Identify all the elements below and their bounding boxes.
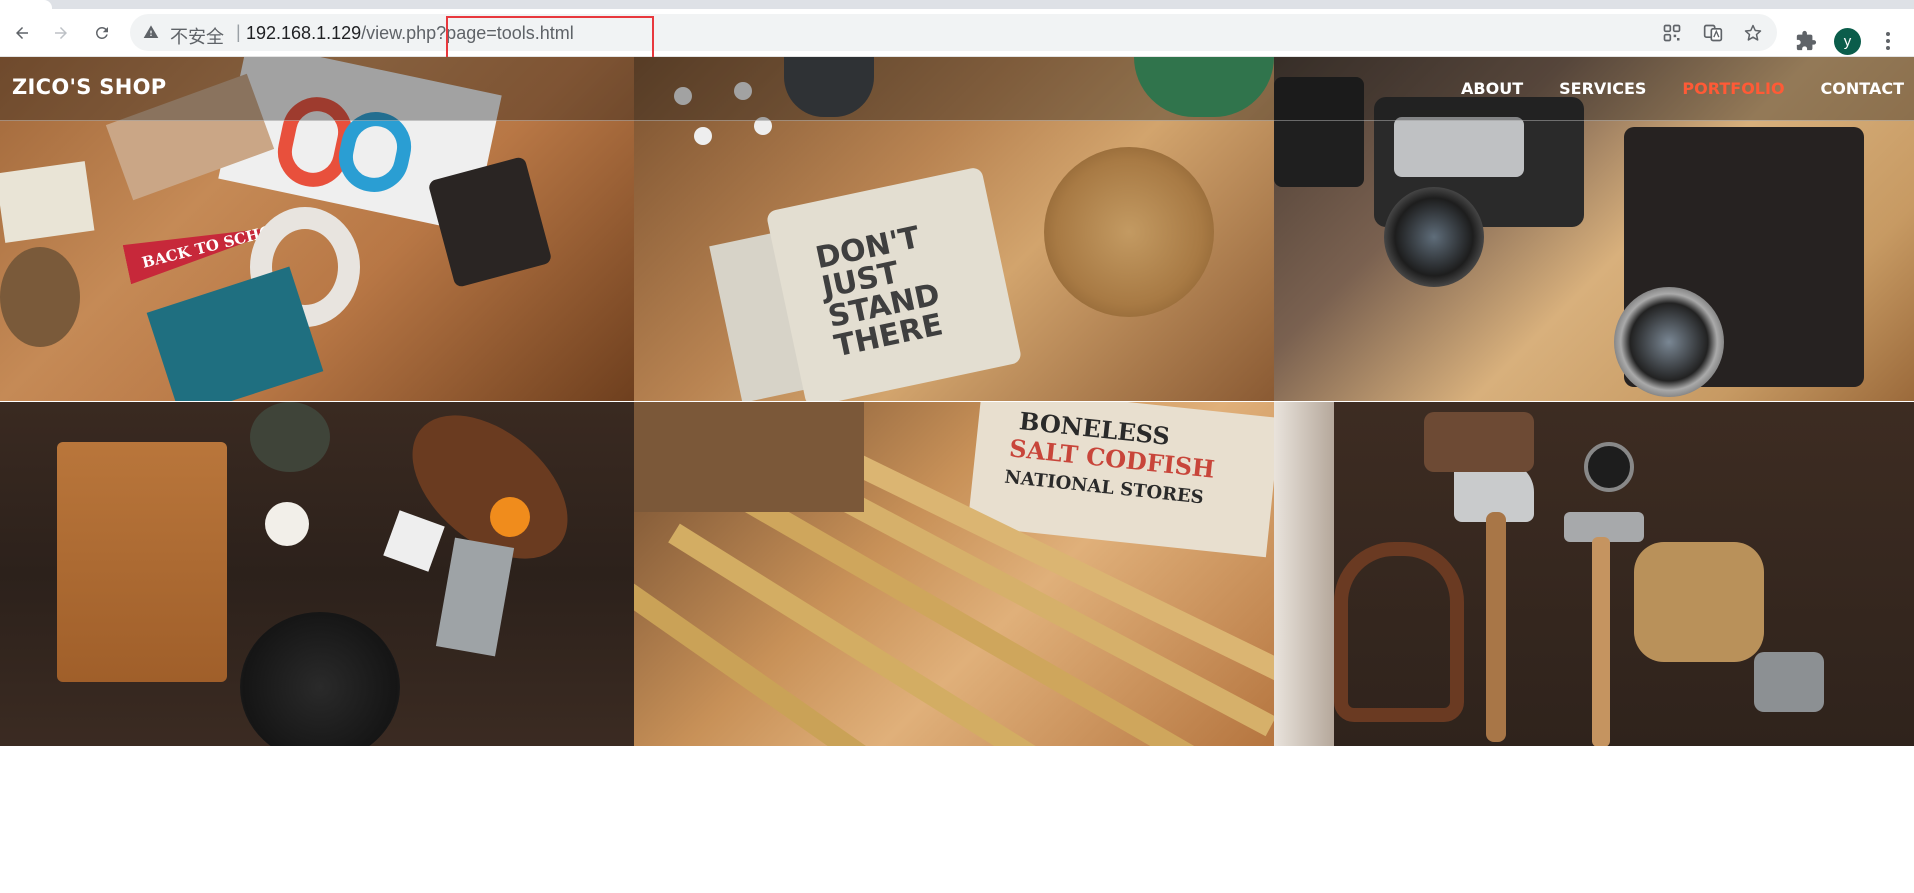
url-host: 192.168.1.129 (246, 23, 362, 43)
reload-icon (95, 26, 108, 39)
white-plank-shape (1274, 402, 1334, 746)
address-bar[interactable]: 不安全 | 192.168.1.129/view.php?page=tools.… (130, 14, 1777, 51)
profile-avatar[interactable]: y (1834, 28, 1861, 55)
skillet-shape (240, 612, 400, 746)
security-label[interactable]: 不安全 (170, 23, 224, 49)
translate-icon[interactable] (1703, 23, 1723, 43)
tape-measure-shape (1584, 442, 1634, 492)
site-logo[interactable]: ZICO'S SHOP (12, 75, 166, 99)
nav-portfolio[interactable]: PORTFOLIO (1682, 79, 1784, 98)
portfolio-tile-rulers[interactable]: BONELESS SALT CODFISH NATIONAL STORES (634, 402, 1274, 746)
mortar-shape (250, 402, 330, 472)
reload-button[interactable] (88, 19, 116, 47)
separator: | (236, 22, 241, 42)
nav-about[interactable]: ABOUT (1461, 79, 1523, 98)
spice-dish-shape (265, 502, 309, 546)
sign-card-shape (0, 161, 95, 243)
portfolio-grid: BACK TO SCHOOL DON'T JUST STAND THERE BO… (0, 57, 1914, 746)
arrow-left-icon (16, 27, 28, 39)
nav-contact[interactable]: CONTACT (1821, 79, 1904, 98)
warning-icon (143, 25, 159, 38)
camera-top-plate (1394, 117, 1524, 177)
camera-lens-right (1614, 287, 1724, 397)
nav-services[interactable]: SERVICES (1559, 79, 1646, 98)
url-path: /view.php?page=tools.html (361, 23, 574, 43)
leather-pouch-shape (1424, 412, 1534, 472)
axe-handle-shape (1486, 512, 1506, 742)
qr-code-icon[interactable] (1662, 23, 1682, 43)
star-icon[interactable] (1743, 23, 1763, 43)
salt-dish-shape (383, 510, 445, 572)
hammer-handle-shape (1592, 537, 1610, 746)
button-dot (694, 127, 712, 145)
web-page: BACK TO SCHOOL DON'T JUST STAND THERE BO… (0, 57, 1914, 893)
cleaver-shape (435, 537, 515, 657)
main-nav: ABOUT SERVICES PORTFOLIO CONTACT (1461, 79, 1914, 98)
back-button[interactable] (8, 19, 36, 47)
portfolio-tile-kitchen[interactable] (0, 402, 634, 746)
forward-button[interactable] (47, 19, 75, 47)
camera-lens-left (1384, 187, 1484, 287)
extensions-icon[interactable] (1795, 30, 1817, 52)
site-header: ZICO'S SHOP ABOUT SERVICES PORTFOLIO CON… (0, 57, 1914, 121)
orange-shape (490, 497, 530, 537)
background-shelf-shape (634, 402, 864, 512)
portfolio-tile-tools[interactable] (1274, 402, 1914, 746)
arrow-right-icon (55, 27, 67, 39)
mug-shape (1754, 652, 1824, 712)
tab-strip (0, 0, 1914, 9)
active-tab[interactable] (0, 0, 52, 9)
glove-shape (1634, 542, 1764, 662)
tongs-shape (1334, 542, 1464, 722)
more-menu-icon[interactable] (1880, 30, 1896, 52)
browser-toolbar: 不安全 | 192.168.1.129/view.php?page=tools.… (0, 9, 1914, 57)
coaster-stack-shape (1044, 147, 1214, 317)
round-badge-shape (0, 247, 80, 347)
url-text[interactable]: 192.168.1.129/view.php?page=tools.html (246, 23, 574, 44)
camera-shape (427, 155, 553, 289)
cutting-board-shape (57, 442, 227, 682)
